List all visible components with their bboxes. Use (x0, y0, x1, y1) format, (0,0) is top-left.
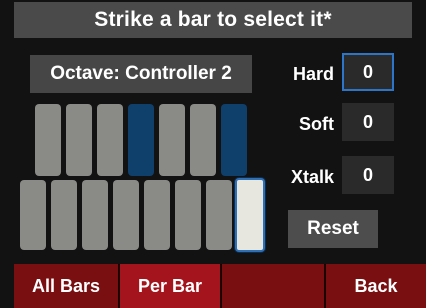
tab-per-bar[interactable]: Per Bar (120, 264, 222, 308)
hard-label: Hard (292, 64, 334, 84)
bar-lower-6[interactable] (175, 180, 201, 250)
hard-value-field[interactable]: 0 (342, 53, 394, 91)
octave-label: Octave: Controller 2 (30, 55, 252, 93)
soft-label: Soft (299, 114, 334, 134)
xtalk-label: Xtalk (290, 167, 334, 187)
tab-blank[interactable] (222, 264, 326, 308)
reset-label: Reset (307, 218, 359, 239)
xtalk-value-field[interactable]: 0 (342, 156, 394, 194)
title-bar: Strike a bar to select it* (14, 2, 412, 38)
bar-lower-1[interactable] (20, 180, 46, 250)
bar-upper-4[interactable] (128, 104, 154, 176)
bar-upper-2[interactable] (66, 104, 92, 176)
bar-lower-3[interactable] (82, 180, 108, 250)
tab-back-label: Back (354, 275, 398, 296)
bar-upper-3[interactable] (97, 104, 123, 176)
octave-label-text: Octave: Controller 2 (50, 63, 232, 84)
bar-upper-6[interactable] (190, 104, 216, 176)
page-title: Strike a bar to select it* (94, 8, 332, 31)
soft-value-field[interactable]: 0 (342, 103, 394, 141)
tab-all-bars[interactable]: All Bars (14, 264, 120, 308)
hard-value: 0 (362, 61, 373, 82)
screen: Strike a bar to select it* Octave: Contr… (0, 0, 426, 308)
bar-lower-2[interactable] (51, 180, 77, 250)
tab-all-bars-label: All Bars (31, 275, 101, 296)
bar-upper-7[interactable] (221, 104, 247, 176)
bar-upper-1[interactable] (35, 104, 61, 176)
bar-upper-5[interactable] (159, 104, 185, 176)
bar-lower-4[interactable] (113, 180, 139, 250)
bar-lower-8-selected[interactable] (235, 178, 265, 252)
tab-back[interactable]: Back (326, 264, 426, 308)
bar-lower-5[interactable] (144, 180, 170, 250)
reset-button[interactable]: Reset (288, 210, 378, 248)
soft-value: 0 (362, 111, 373, 132)
xtalk-value: 0 (362, 164, 373, 185)
bar-lower-7[interactable] (206, 180, 232, 250)
tab-per-bar-label: Per Bar (137, 275, 203, 296)
